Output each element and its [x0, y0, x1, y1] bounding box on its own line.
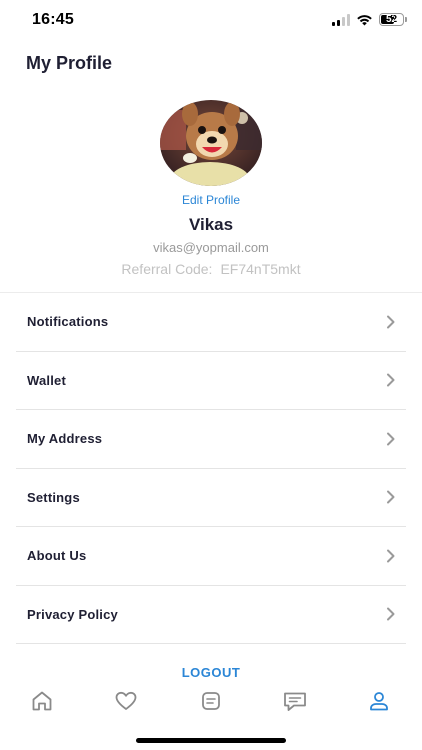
menu-item-label: Settings: [27, 489, 80, 505]
chevron-right-icon: [387, 549, 395, 563]
home-indicator: [136, 738, 286, 743]
profile-icon: [370, 692, 388, 711]
chevron-right-icon: [387, 315, 395, 329]
orders-icon: [202, 692, 220, 710]
tab-bar: [0, 686, 422, 716]
chevron-right-icon: [387, 373, 395, 387]
referral-label: Referral Code:: [121, 261, 213, 277]
chevron-right-icon: [387, 490, 395, 504]
chevron-right-icon: [387, 432, 395, 446]
wifi-icon: [357, 14, 372, 25]
heart-icon: [115, 691, 137, 710]
menu-item-label: Notifications: [27, 314, 109, 330]
battery-level: 52: [385, 13, 398, 25]
logout-button[interactable]: LOGOUT: [0, 665, 422, 680]
user-email: vikas@yopmail.com: [153, 240, 269, 255]
status-bar: 16:45 52: [0, 0, 422, 44]
profile-menu: Notifications Wallet My Address Settings…: [16, 293, 406, 644]
battery-icon: 52: [379, 13, 407, 26]
tab-messages[interactable]: [280, 686, 310, 716]
chevron-right-icon: [387, 607, 395, 621]
chat-icon: [284, 692, 306, 711]
menu-item-label: Privacy Policy: [27, 606, 118, 622]
referral-code-row: Referral Code: EF74nT5mkt: [0, 261, 422, 277]
menu-item-notifications[interactable]: Notifications: [16, 293, 406, 352]
referral-code: EF74nT5mkt: [220, 261, 301, 277]
home-icon: [32, 691, 52, 711]
status-time: 16:45: [32, 11, 74, 28]
menu-item-label: About Us: [27, 548, 87, 564]
tab-orders[interactable]: [196, 686, 226, 716]
menu-item-my-address[interactable]: My Address: [16, 410, 406, 469]
menu-item-label: My Address: [27, 431, 103, 447]
page-title: My Profile: [26, 53, 113, 73]
signal-icon: [332, 13, 350, 26]
status-icons: 52: [332, 13, 407, 26]
tab-profile[interactable]: [364, 686, 394, 716]
menu-item-about-us[interactable]: About Us: [16, 527, 406, 586]
edit-profile-link[interactable]: Edit Profile: [0, 193, 422, 207]
menu-item-settings[interactable]: Settings: [16, 469, 406, 527]
tab-home[interactable]: [27, 686, 57, 716]
menu-item-label: Wallet: [27, 372, 67, 388]
avatar[interactable]: [160, 100, 262, 186]
menu-item-wallet[interactable]: Wallet: [16, 352, 406, 410]
menu-item-privacy-policy[interactable]: Privacy Policy: [16, 586, 406, 644]
user-name: Vikas: [188, 215, 234, 234]
tab-favorites[interactable]: [111, 686, 141, 716]
